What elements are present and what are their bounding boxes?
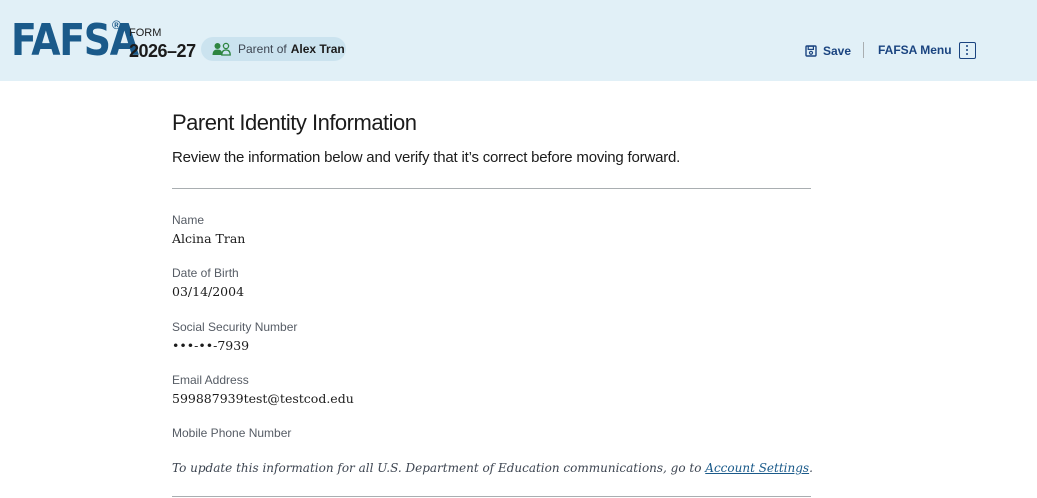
fafsa-menu-button[interactable]: FAFSA Menu — [878, 40, 976, 60]
parent-of-badge: Parent of Alex Tran — [201, 37, 346, 61]
dob-value: 03/14/2004 — [172, 284, 245, 299]
form-label: FORM — [129, 27, 162, 39]
parent-user-icon — [212, 42, 232, 56]
mobile-phone-label: Mobile Phone Number — [172, 426, 292, 440]
update-info-note: To update this information for all U.S. … — [172, 461, 813, 475]
parent-of-name: Alex Tran — [290, 42, 345, 56]
page-subtitle: Review the information below and verify … — [172, 149, 681, 166]
header-divider — [863, 42, 864, 58]
top-divider — [172, 188, 811, 189]
bottom-divider — [172, 496, 811, 497]
kebab-menu-icon — [958, 41, 976, 59]
email-label: Email Address — [172, 373, 249, 387]
save-button[interactable]: Save — [805, 41, 851, 61]
ssn-value: •••-••-7939 — [172, 338, 250, 353]
name-label: Name — [172, 213, 205, 227]
dob-label: Date of Birth — [172, 266, 239, 280]
name-value: Alcina Tran — [172, 231, 246, 246]
save-label: Save — [823, 44, 852, 58]
parent-of-label: Parent of — [238, 42, 287, 56]
page-header: FAFSA ® FORM 2026–27 Parent of Alex Tran… — [0, 0, 1037, 81]
update-info-text: To update this information for all U.S. … — [172, 461, 702, 475]
ssn-label: Social Security Number — [172, 320, 298, 334]
registered-mark: ® — [112, 18, 121, 32]
email-value: 599887939test@testcod.edu — [172, 391, 354, 406]
account-settings-link[interactable]: Account Settings — [705, 461, 809, 475]
form-year: 2026–27 — [129, 41, 196, 61]
page-title: Parent Identity Information — [172, 110, 417, 135]
fafsa-menu-label: FAFSA Menu — [878, 43, 952, 57]
update-info-suffix: . — [809, 461, 813, 475]
save-disk-icon — [805, 45, 817, 57]
